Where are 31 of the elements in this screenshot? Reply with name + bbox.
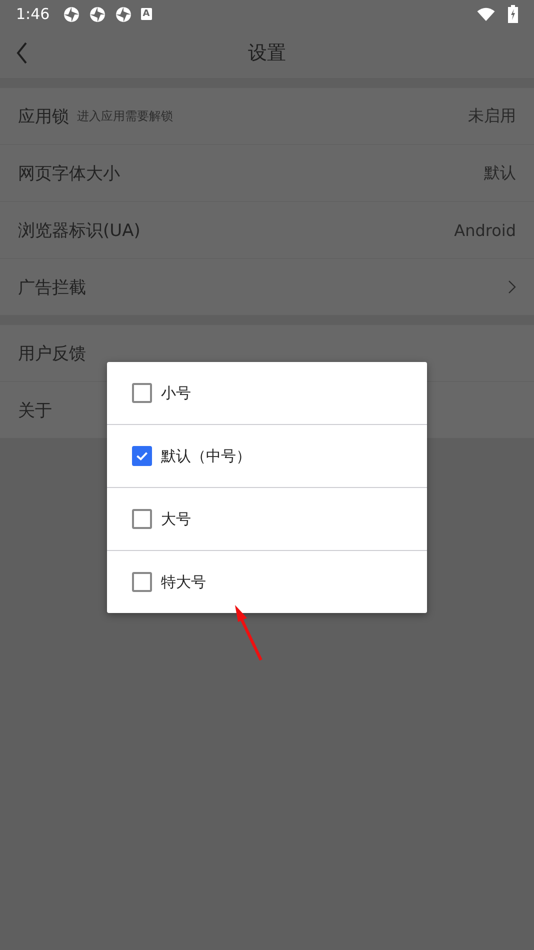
row-label: 应用锁 (18, 106, 69, 128)
back-icon[interactable] (16, 42, 28, 64)
row-hint: 进入应用需要解锁 (77, 108, 173, 124)
row-label: 用户反馈 (18, 342, 86, 364)
checkbox[interactable] (132, 509, 152, 529)
settings-row[interactable]: 浏览器标识(UA) Android (0, 202, 534, 259)
row-value: 默认 (484, 162, 516, 184)
notification-icon (114, 6, 132, 22)
status-time: 1:46 (16, 5, 50, 23)
notification-badge: A (140, 8, 152, 20)
size-option[interactable]: 小号 (107, 362, 427, 425)
size-option[interactable]: 大号 (107, 488, 427, 551)
row-label: 浏览器标识(UA) (18, 220, 140, 242)
size-option[interactable]: 默认（中号） (107, 425, 427, 488)
row-label: 广告拦截 (18, 276, 86, 298)
checkbox[interactable] (132, 446, 152, 466)
row-value: Android (454, 220, 516, 240)
checkbox[interactable] (132, 572, 152, 592)
chevron-icon (508, 280, 516, 294)
row-value: 未启用 (468, 106, 516, 126)
settings-row[interactable]: 网页字体大小 默认 (0, 145, 534, 202)
settings-row[interactable]: 广告拦截 (0, 259, 534, 315)
wifi-icon (477, 7, 495, 21)
settings-row[interactable]: 应用锁 进入应用需要解锁 未启用 (0, 88, 534, 145)
row-label: 网页字体大小 (18, 162, 120, 184)
page-title: 设置 (248, 41, 286, 66)
checkbox[interactable] (132, 383, 152, 403)
notification-icon (62, 6, 80, 22)
battery-icon (508, 5, 518, 23)
size-option[interactable]: 特大号 (107, 551, 427, 613)
notification-icon (88, 6, 106, 22)
